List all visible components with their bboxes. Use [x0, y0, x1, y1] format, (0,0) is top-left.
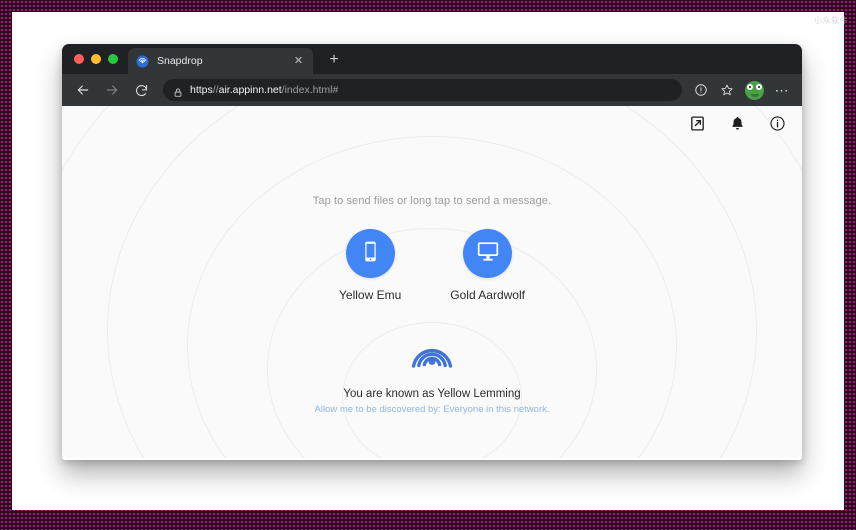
- self-display-name: You are known as Yellow Lemming: [343, 388, 521, 400]
- zoom-window-button[interactable]: [108, 54, 118, 64]
- install-app-icon[interactable]: [688, 114, 706, 132]
- browser-menu-button[interactable]: ⋯: [770, 78, 794, 102]
- peer-item[interactable]: Yellow Emu: [339, 229, 401, 302]
- bookmark-star-icon[interactable]: [715, 78, 739, 102]
- desktop-monitor-icon: [475, 238, 501, 269]
- forward-button[interactable]: [99, 77, 125, 103]
- browser-menu-dots: ⋯: [774, 82, 790, 98]
- minimize-window-button[interactable]: [91, 54, 101, 64]
- page-viewport: Tap to send files or long tap to send a …: [62, 106, 802, 460]
- url-path: /index.html#: [281, 84, 339, 96]
- self-identity-block: You are known as Yellow Lemming Allow me…: [315, 333, 550, 415]
- snapdrop-favicon-icon: [136, 55, 149, 68]
- reload-button[interactable]: [128, 77, 154, 103]
- back-button[interactable]: [70, 77, 96, 103]
- info-icon[interactable]: [768, 114, 786, 132]
- tab-close-icon[interactable]: ✕: [292, 55, 305, 68]
- mobile-phone-icon: [358, 239, 383, 269]
- address-bar-url: https//air.appinn.net/index.html#: [190, 84, 338, 96]
- new-tab-button[interactable]: +: [321, 47, 347, 73]
- watermark: 小众软件: [814, 16, 848, 25]
- peer-item[interactable]: Gold Aardwolf: [450, 229, 525, 302]
- lock-icon: [173, 85, 183, 97]
- url-host: air.appinn.net: [218, 84, 282, 96]
- discovery-note-link[interactable]: Allow me to be discovered by: Everyone i…: [315, 404, 550, 415]
- tab-snapdrop[interactable]: Snapdrop ✕: [128, 48, 313, 74]
- toolbar-actions: ⋯: [689, 78, 794, 102]
- app-center-column: Tap to send files or long tap to send a …: [62, 106, 802, 415]
- peer-avatar[interactable]: [463, 229, 513, 278]
- notification-bell-icon[interactable]: [728, 114, 746, 132]
- peer-name: Yellow Emu: [339, 288, 402, 302]
- address-bar[interactable]: https//air.appinn.net/index.html#: [163, 79, 682, 101]
- peer-list: Yellow Emu Gold Aardwolf: [339, 229, 525, 302]
- window-traffic-lights: [70, 44, 128, 74]
- url-scheme: https: [190, 84, 213, 96]
- viewport-bottom-edge: [62, 458, 802, 460]
- app-action-icons: [688, 114, 786, 132]
- send-hint-text: Tap to send files or long tap to send a …: [312, 195, 552, 207]
- share-icon[interactable]: [689, 78, 713, 102]
- tab-title: Snapdrop: [157, 55, 203, 67]
- snapdrop-radar-icon: [408, 333, 456, 381]
- avatar-mouth: [750, 93, 759, 97]
- browser-window: Snapdrop ✕ + https//air.appinn.net/index…: [62, 44, 802, 460]
- tab-strip: Snapdrop ✕ +: [62, 44, 802, 74]
- profile-avatar[interactable]: [745, 80, 764, 100]
- peer-avatar[interactable]: [345, 229, 395, 278]
- close-window-button[interactable]: [74, 54, 84, 64]
- peer-name: Gold Aardwolf: [450, 288, 525, 302]
- browser-toolbar: https//air.appinn.net/index.html# ⋯: [62, 74, 802, 106]
